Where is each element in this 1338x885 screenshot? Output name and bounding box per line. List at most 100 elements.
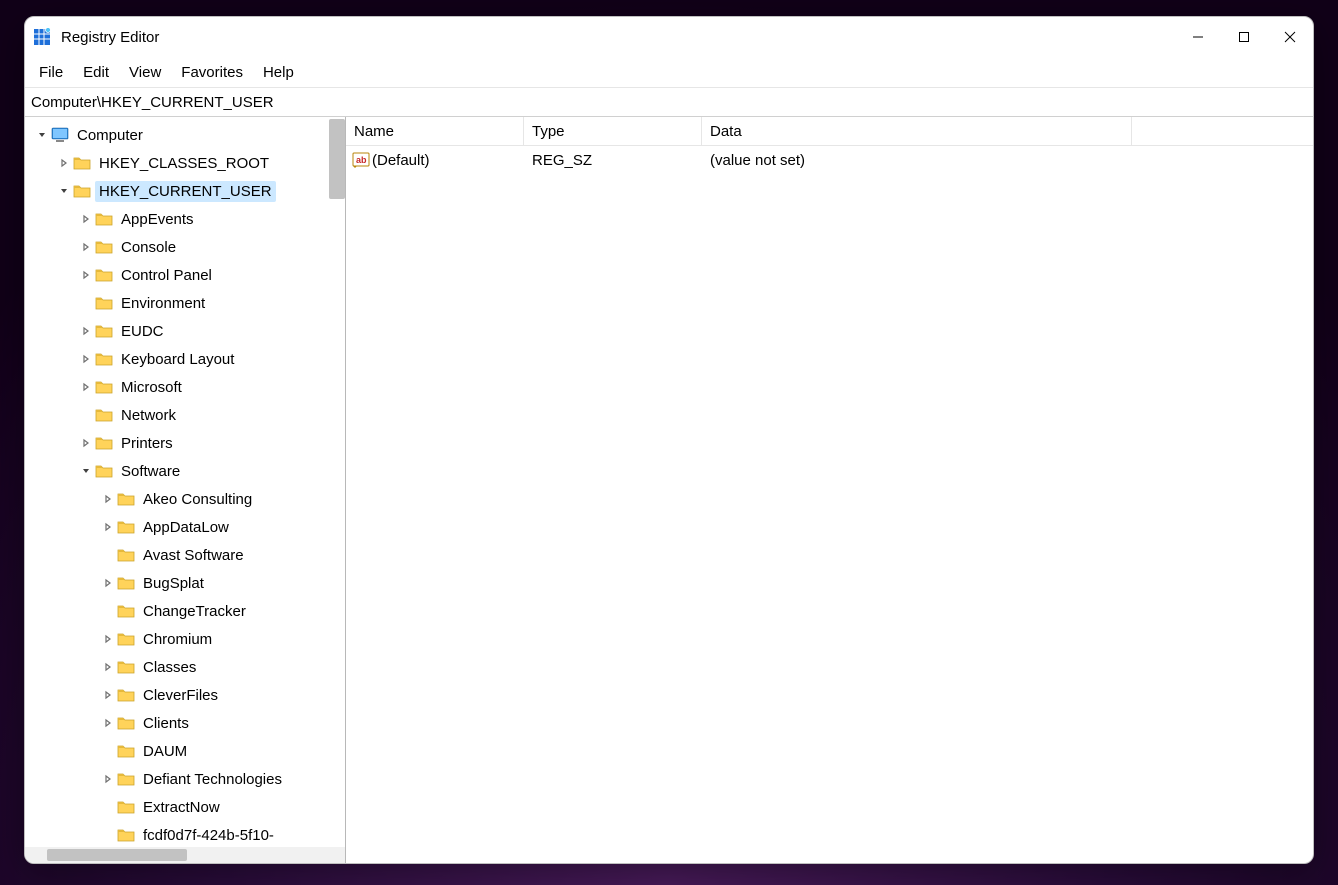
menu-edit[interactable]: Edit [73, 61, 119, 84]
expand-toggle-icon[interactable] [101, 688, 115, 702]
expand-toggle-icon[interactable] [101, 632, 115, 646]
value-row[interactable]: ab (Default) REG_SZ (value not set) [346, 146, 1313, 174]
folder-icon [95, 211, 113, 227]
tree-item-label: Console [117, 237, 180, 258]
tree-item-label: Defiant Technologies [139, 769, 286, 790]
folder-icon [95, 379, 113, 395]
menu-view[interactable]: View [119, 61, 171, 84]
folder-icon [73, 183, 91, 199]
folder-icon [117, 519, 135, 535]
tree-item-label: Network [117, 405, 180, 426]
svg-text:ab: ab [356, 155, 367, 165]
expand-toggle-icon[interactable] [79, 436, 93, 450]
tree-item-daum[interactable]: DAUM [29, 737, 345, 765]
expand-toggle-icon[interactable] [79, 464, 93, 478]
tree-item-appevents[interactable]: AppEvents [29, 205, 345, 233]
tree-item-bugsplat[interactable]: BugSplat [29, 569, 345, 597]
menu-file[interactable]: File [29, 61, 73, 84]
app-icon [33, 28, 51, 46]
scrollbar-thumb[interactable] [47, 849, 187, 861]
tree-item-label: EUDC [117, 321, 168, 342]
tree-pane: ComputerHKEY_CLASSES_ROOTHKEY_CURRENT_US… [25, 117, 346, 863]
expand-toggle-icon[interactable] [79, 212, 93, 226]
tree-item-keyboard-layout[interactable]: Keyboard Layout [29, 345, 345, 373]
tree-item-label: fcdf0d7f-424b-5f10- [139, 825, 278, 846]
tree-item-label: Clients [139, 713, 193, 734]
expand-toggle-icon[interactable] [79, 324, 93, 338]
values-header: Name Type Data [346, 117, 1313, 146]
tree-item-cleverfiles[interactable]: CleverFiles [29, 681, 345, 709]
registry-editor-window: Registry Editor File Edit Vi [24, 16, 1314, 864]
expand-toggle-icon[interactable] [101, 492, 115, 506]
expand-toggle-icon[interactable] [79, 380, 93, 394]
tree-item-label: Keyboard Layout [117, 349, 238, 370]
tree-item-hkey-current-user[interactable]: HKEY_CURRENT_USER [29, 177, 345, 205]
maximize-button[interactable] [1221, 17, 1267, 57]
value-type: REG_SZ [532, 152, 592, 169]
folder-icon [95, 435, 113, 451]
tree-item-extractnow[interactable]: ExtractNow [29, 793, 345, 821]
expand-toggle-icon[interactable] [101, 716, 115, 730]
tree-item-printers[interactable]: Printers [29, 429, 345, 457]
folder-icon [95, 267, 113, 283]
tree-item-network[interactable]: Network [29, 401, 345, 429]
tree-item-eudc[interactable]: EUDC [29, 317, 345, 345]
expand-toggle-icon[interactable] [35, 128, 49, 142]
expand-toggle-icon[interactable] [57, 184, 71, 198]
titlebar[interactable]: Registry Editor [25, 17, 1313, 57]
tree-item-classes[interactable]: Classes [29, 653, 345, 681]
tree-item-label: CleverFiles [139, 685, 222, 706]
values-pane: Name Type Data ab [346, 117, 1313, 863]
folder-icon [117, 799, 135, 815]
expand-toggle-icon[interactable] [79, 352, 93, 366]
expand-toggle-icon[interactable] [79, 240, 93, 254]
address-text: Computer\HKEY_CURRENT_USER [31, 94, 274, 111]
menu-favorites[interactable]: Favorites [171, 61, 253, 84]
address-bar[interactable]: Computer\HKEY_CURRENT_USER [25, 88, 1313, 117]
tree-horizontal-scrollbar[interactable] [25, 847, 345, 863]
expand-toggle-icon[interactable] [57, 156, 71, 170]
tree-item-avast-software[interactable]: Avast Software [29, 541, 345, 569]
menu-help[interactable]: Help [253, 61, 304, 84]
value-name: (Default) [372, 152, 430, 169]
minimize-button[interactable] [1175, 17, 1221, 57]
tree-item-console[interactable]: Console [29, 233, 345, 261]
values-list[interactable]: ab (Default) REG_SZ (value not set) [346, 146, 1313, 863]
expand-toggle-icon[interactable] [101, 576, 115, 590]
registry-tree[interactable]: ComputerHKEY_CLASSES_ROOTHKEY_CURRENT_US… [25, 117, 345, 847]
tree-item-defiant-technologies[interactable]: Defiant Technologies [29, 765, 345, 793]
tree-item-akeo-consulting[interactable]: Akeo Consulting [29, 485, 345, 513]
expand-toggle-icon[interactable] [101, 660, 115, 674]
tree-item-label: Environment [117, 293, 209, 314]
tree-item-label: Microsoft [117, 377, 186, 398]
tree-item-label: Control Panel [117, 265, 216, 286]
tree-item-hkey-classes-root[interactable]: HKEY_CLASSES_ROOT [29, 149, 345, 177]
tree-item-label: Classes [139, 657, 200, 678]
tree-item-label: Printers [117, 433, 177, 454]
tree-item-label: BugSplat [139, 573, 208, 594]
column-header-type[interactable]: Type [524, 117, 702, 145]
value-data: (value not set) [710, 152, 805, 169]
column-header-name[interactable]: Name [346, 117, 524, 145]
column-header-extra[interactable] [1132, 117, 1313, 145]
column-header-data[interactable]: Data [702, 117, 1132, 145]
tree-item-control-panel[interactable]: Control Panel [29, 261, 345, 289]
expand-toggle-icon[interactable] [101, 520, 115, 534]
tree-item-microsoft[interactable]: Microsoft [29, 373, 345, 401]
tree-item-appdatalow[interactable]: AppDataLow [29, 513, 345, 541]
tree-item-software[interactable]: Software [29, 457, 345, 485]
folder-icon [95, 239, 113, 255]
tree-item-chromium[interactable]: Chromium [29, 625, 345, 653]
close-button[interactable] [1267, 17, 1313, 57]
tree-item-environment[interactable]: Environment [29, 289, 345, 317]
folder-icon [117, 715, 135, 731]
tree-item-label: AppDataLow [139, 517, 233, 538]
folder-icon [117, 603, 135, 619]
tree-item-fcdf0d7f-424b-5f10[interactable]: fcdf0d7f-424b-5f10- [29, 821, 345, 847]
tree-item-computer[interactable]: Computer [29, 121, 345, 149]
tree-item-changetracker[interactable]: ChangeTracker [29, 597, 345, 625]
expand-toggle-icon[interactable] [79, 268, 93, 282]
expand-toggle-icon[interactable] [101, 772, 115, 786]
folder-icon [117, 491, 135, 507]
tree-item-clients[interactable]: Clients [29, 709, 345, 737]
